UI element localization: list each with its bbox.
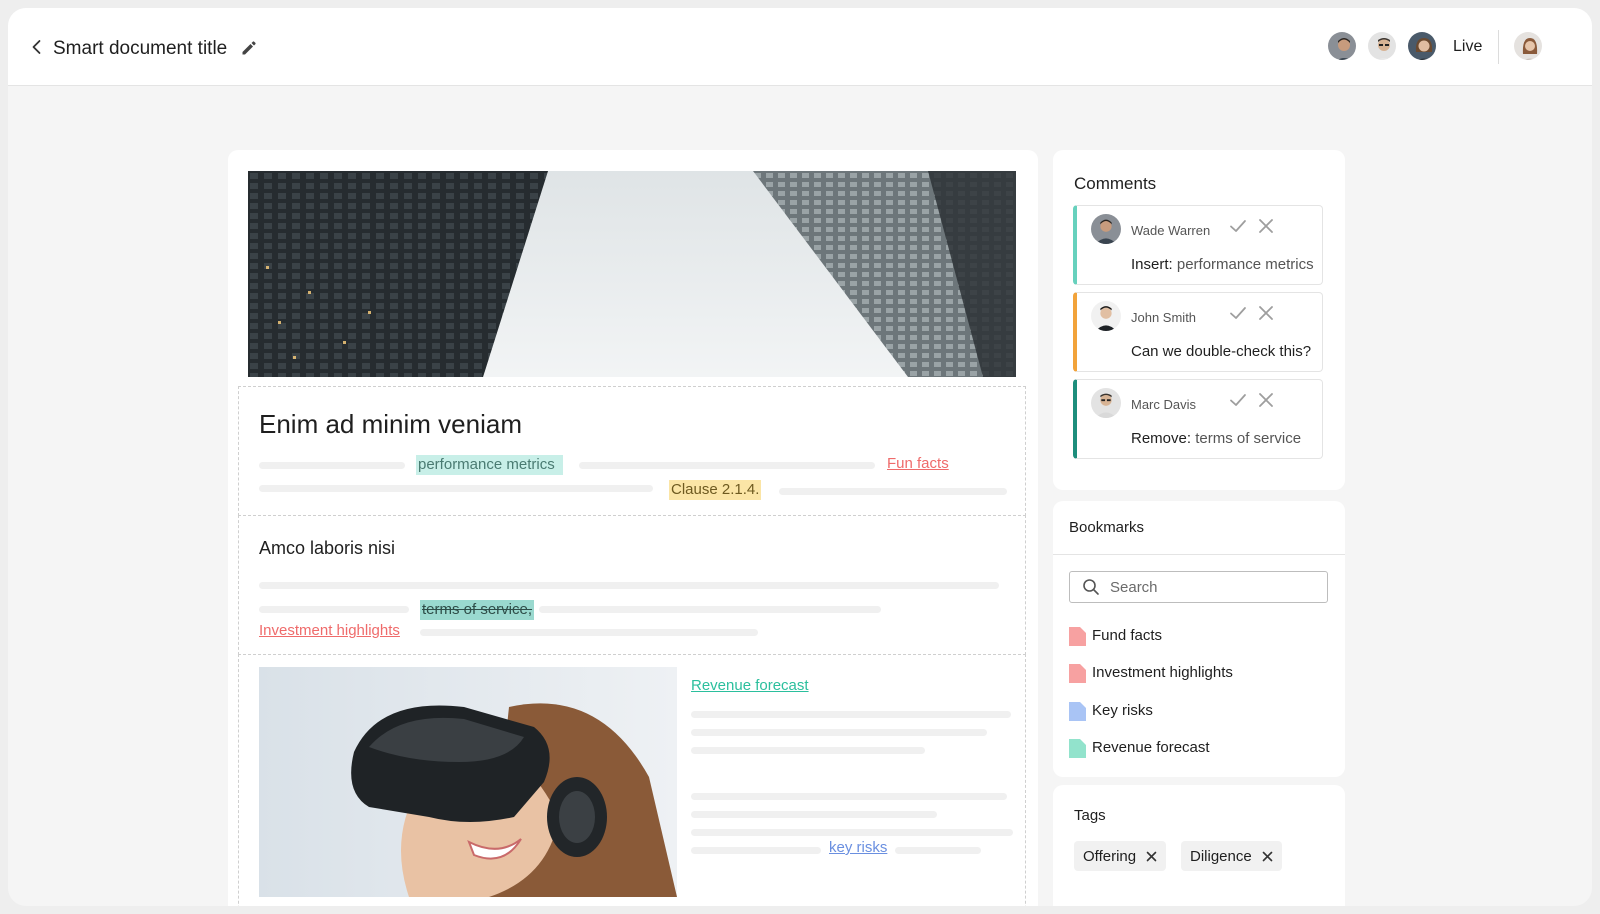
bookmark-label: Key risks bbox=[1092, 702, 1153, 719]
accept-check-icon[interactable] bbox=[1229, 391, 1247, 409]
comment-author-name: John Smith bbox=[1131, 310, 1197, 325]
hero-image bbox=[248, 171, 1016, 377]
text-placeholder bbox=[691, 847, 821, 854]
text-placeholder bbox=[691, 711, 1011, 718]
section-heading: Amco laboris nisi bbox=[259, 538, 396, 558]
comment-card[interactable]: Marc Davis Remove: terms of service bbox=[1073, 379, 1323, 459]
tag-chip-offering[interactable]: Offering bbox=[1074, 841, 1167, 871]
collaborator-avatar-1[interactable] bbox=[1326, 30, 1358, 62]
remove-tag-close-icon[interactable] bbox=[1146, 851, 1157, 862]
text-placeholder bbox=[259, 485, 653, 492]
text-placeholder bbox=[259, 606, 409, 613]
comment-action-label: Remove: bbox=[1131, 430, 1192, 447]
text-placeholder bbox=[691, 811, 937, 818]
header-divider bbox=[1498, 30, 1499, 64]
bookmark-link-revenue-forecast[interactable]: Revenue forecast bbox=[691, 677, 809, 694]
bookmark-search-box[interactable] bbox=[1069, 571, 1328, 603]
accept-check-icon[interactable] bbox=[1229, 304, 1247, 322]
search-icon bbox=[1083, 579, 1099, 595]
remove-tag-close-icon[interactable] bbox=[1262, 851, 1273, 862]
bookmark-flag-icon bbox=[1069, 702, 1086, 721]
bookmark-label: Fund facts bbox=[1092, 627, 1163, 644]
comment-action-value: performance metrics bbox=[1176, 256, 1314, 273]
text-placeholder bbox=[579, 462, 875, 469]
document-section-1[interactable]: Enim ad minim veniam performance metrics… bbox=[238, 386, 1026, 516]
text-placeholder bbox=[691, 829, 1013, 836]
clause-highlight[interactable]: Clause 2.1.4. bbox=[669, 480, 762, 500]
bookmark-link-fun-facts[interactable]: Fun facts bbox=[887, 455, 949, 472]
comment-card[interactable]: Wade Warren Insert: performance metrics bbox=[1073, 205, 1323, 285]
top-bar: Smart document title Live bbox=[8, 8, 1592, 86]
edit-pencil-icon[interactable] bbox=[240, 39, 258, 57]
tag-label: Diligence bbox=[1190, 847, 1252, 865]
text-placeholder bbox=[895, 847, 981, 854]
comment-text: Insert: performance metrics bbox=[1131, 256, 1314, 273]
collaborator-avatar-3[interactable] bbox=[1406, 30, 1438, 62]
back-arrow-icon[interactable] bbox=[28, 38, 46, 56]
current-user-avatar[interactable] bbox=[1512, 30, 1544, 62]
text-placeholder bbox=[779, 488, 1007, 495]
text-placeholder bbox=[259, 582, 999, 589]
tag-chip-diligence[interactable]: Diligence bbox=[1181, 841, 1282, 871]
bookmark-flag-icon bbox=[1069, 627, 1086, 646]
comment-text: Can we double-check this? bbox=[1131, 343, 1311, 360]
app-window: Smart document title Live Enim ad minim … bbox=[8, 8, 1592, 906]
comment-author-avatar bbox=[1091, 388, 1121, 418]
removed-text-highlight[interactable]: terms of service, bbox=[420, 600, 535, 620]
collaborator-avatar-2[interactable] bbox=[1366, 30, 1398, 62]
document-section-3[interactable]: Revenue forecast key risks bbox=[238, 654, 1026, 906]
comment-text: Remove: terms of service bbox=[1131, 430, 1301, 447]
text-placeholder bbox=[259, 462, 405, 469]
comment-author-name: Marc Davis bbox=[1131, 397, 1197, 412]
section-heading: Enim ad minim veniam bbox=[259, 409, 522, 439]
bookmark-link-investment-highlights[interactable]: Investment highlights bbox=[259, 622, 400, 639]
comment-action-value: terms of service bbox=[1195, 430, 1302, 447]
reject-close-icon[interactable] bbox=[1257, 304, 1275, 322]
accept-check-icon[interactable] bbox=[1229, 217, 1247, 235]
comments-panel: Comments Wade Warren Insert: performance… bbox=[1053, 150, 1345, 490]
comment-author-name: Wade Warren bbox=[1131, 223, 1211, 238]
bookmark-link-key-risks[interactable]: key risks bbox=[829, 839, 887, 856]
tags-title: Tags bbox=[1074, 807, 1106, 824]
text-placeholder bbox=[420, 629, 758, 636]
inserted-text-highlight[interactable]: performance metrics bbox=[416, 455, 563, 475]
comment-card[interactable]: John Smith Can we double-check this? bbox=[1073, 292, 1323, 372]
bookmark-flag-icon bbox=[1069, 664, 1086, 683]
bookmark-label: Revenue forecast bbox=[1092, 739, 1210, 756]
text-placeholder bbox=[691, 729, 987, 736]
comment-author-avatar bbox=[1091, 301, 1121, 331]
bookmarks-panel: Bookmarks Fund facts Investment highligh… bbox=[1053, 501, 1345, 777]
bookmarks-header-divider bbox=[1053, 554, 1345, 555]
bookmark-flag-icon bbox=[1069, 739, 1086, 758]
document-title[interactable]: Smart document title bbox=[53, 38, 227, 60]
comment-author-avatar bbox=[1091, 214, 1121, 244]
bookmarks-title: Bookmarks bbox=[1069, 519, 1145, 536]
reject-close-icon[interactable] bbox=[1257, 217, 1275, 235]
comment-action-label: Insert: bbox=[1131, 256, 1173, 273]
text-placeholder bbox=[691, 747, 925, 754]
document-section-2[interactable]: Amco laboris nisi terms of service, Inve… bbox=[238, 515, 1026, 655]
live-indicator: Live bbox=[1453, 38, 1483, 55]
tags-panel: Tags Offering Diligence bbox=[1053, 785, 1345, 906]
document-canvas: Enim ad minim veniam performance metrics… bbox=[228, 150, 1038, 906]
search-input[interactable] bbox=[1110, 576, 1315, 598]
tag-label: Offering bbox=[1083, 847, 1137, 865]
reject-close-icon[interactable] bbox=[1257, 391, 1275, 409]
comments-title: Comments bbox=[1074, 174, 1157, 193]
vr-headset-image bbox=[259, 667, 677, 897]
bookmark-label: Investment highlights bbox=[1092, 664, 1233, 681]
comment-message: Can we double-check this? bbox=[1131, 343, 1312, 360]
text-placeholder bbox=[691, 793, 1007, 800]
text-placeholder bbox=[539, 606, 881, 613]
